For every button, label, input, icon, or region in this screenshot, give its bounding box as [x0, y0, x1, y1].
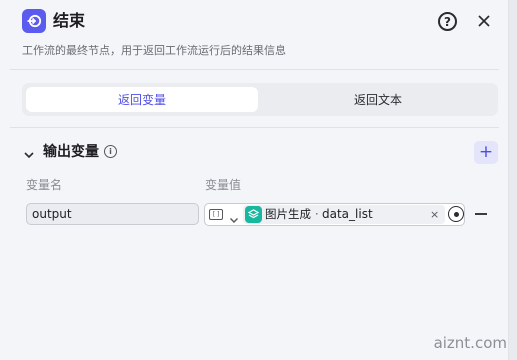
section-title: 输出变量 — [43, 144, 99, 160]
reference-separator: · — [315, 207, 319, 221]
tab-return-variables[interactable]: 返回变量 — [26, 87, 258, 112]
watermark: aiznt.com — [433, 334, 507, 352]
variable-value-field[interactable]: [ ] 图片生成 · data_list × — [204, 203, 465, 226]
layers-icon — [245, 206, 262, 223]
chevron-down-icon[interactable] — [229, 210, 239, 223]
array-icon[interactable]: [ ] — [209, 209, 223, 220]
tab-return-text[interactable]: 返回文本 — [262, 87, 494, 112]
target-icon[interactable] — [448, 206, 464, 222]
reference-chip[interactable]: 图片生成 · data_list × — [243, 205, 445, 224]
column-label-name: 变量名 — [26, 178, 63, 192]
header-divider — [10, 69, 499, 70]
reference-node-name: 图片生成 — [265, 207, 311, 221]
return-mode-tabs: 返回变量 返回文本 — [22, 83, 498, 116]
info-icon[interactable]: i — [104, 145, 117, 158]
end-node-icon — [22, 9, 46, 33]
column-label-value: 变量值 — [205, 178, 242, 192]
section-divider — [10, 127, 499, 128]
panel-header: 结束 ? 工作流的最终节点，用于返回工作流运行后的结果信息 — [0, 0, 509, 70]
clear-reference-icon[interactable]: × — [430, 207, 439, 222]
panel-description: 工作流的最终节点，用于返回工作流运行后的结果信息 — [22, 44, 286, 57]
help-icon[interactable]: ? — [438, 12, 457, 31]
add-variable-button[interactable]: + — [474, 141, 498, 164]
end-node-panel: 结束 ? 工作流的最终节点，用于返回工作流运行后的结果信息 返回变量 返回文本 … — [0, 0, 509, 360]
reference-variable-name: data_list — [322, 207, 373, 221]
remove-variable-button[interactable] — [475, 213, 487, 215]
variable-name-input[interactable]: output — [26, 203, 199, 225]
panel-title: 结束 — [53, 11, 86, 30]
close-icon[interactable] — [474, 11, 494, 31]
collapse-chevron-icon[interactable] — [23, 146, 35, 159]
